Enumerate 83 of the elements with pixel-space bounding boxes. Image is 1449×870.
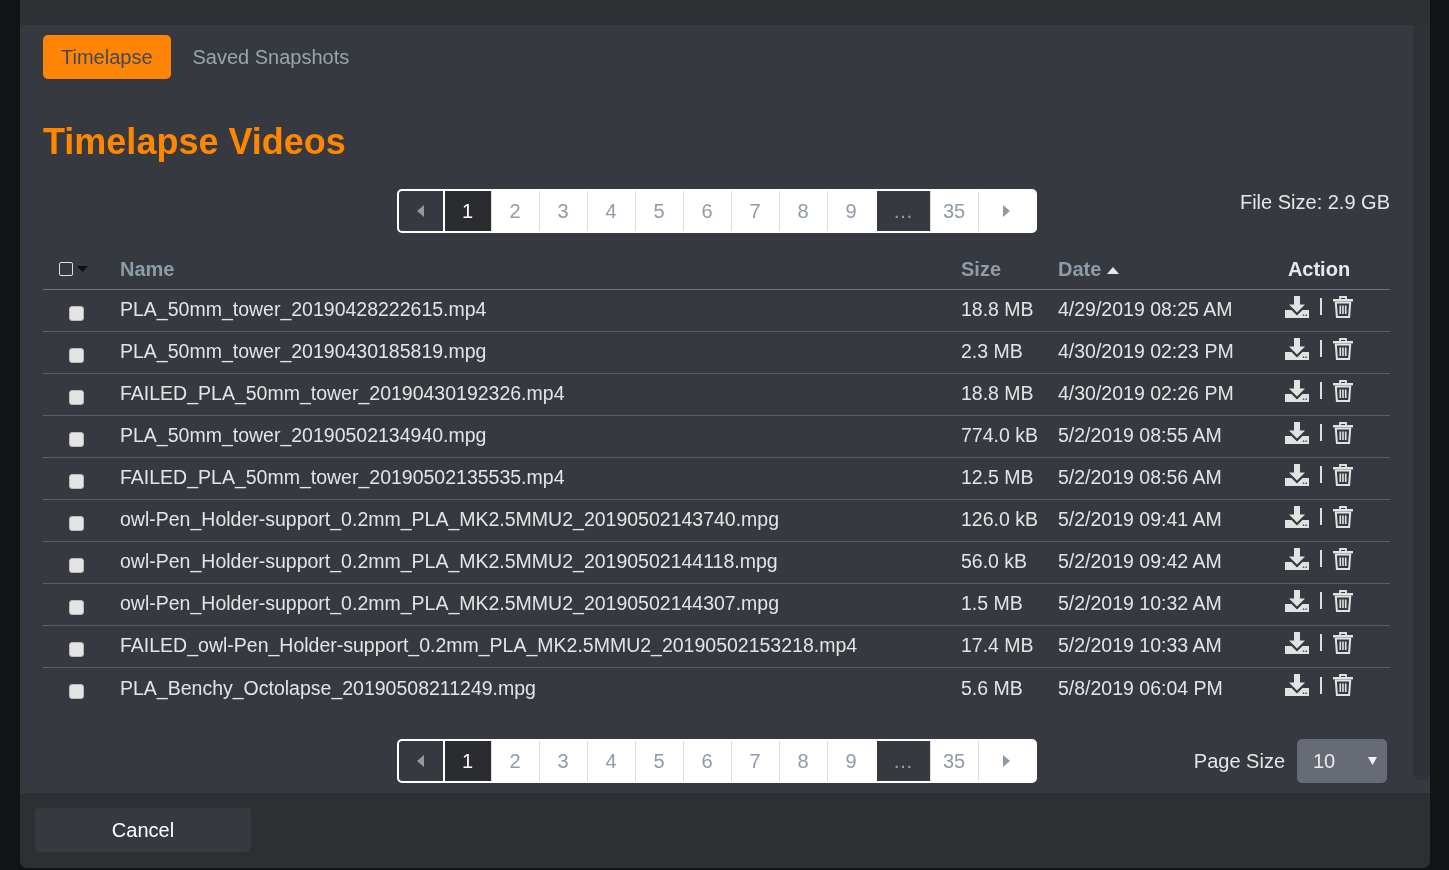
download-icon[interactable] xyxy=(1285,547,1309,570)
scrollbar-track[interactable] xyxy=(1413,25,1430,780)
column-header[interactable]: Size xyxy=(961,254,1002,285)
page-link[interactable]: 1 xyxy=(442,741,491,781)
page-link[interactable]: 1 xyxy=(442,191,491,231)
tab[interactable]: Saved Snapshots xyxy=(174,35,368,79)
column-header[interactable]: Name xyxy=(120,254,175,285)
download-icon[interactable] xyxy=(1285,421,1309,444)
caret-right-icon xyxy=(1003,205,1010,217)
trash-icon[interactable] xyxy=(1333,463,1353,486)
caret-right-icon xyxy=(1003,755,1010,767)
table-cell: 5/2/2019 09:42 AM xyxy=(1048,541,1248,583)
caret-left-icon xyxy=(417,205,424,217)
select-all-checkbox[interactable] xyxy=(59,262,73,277)
page-size-label: Page Size xyxy=(1193,749,1285,774)
trash-icon[interactable] xyxy=(1333,337,1353,360)
table-cell: 4/30/2019 02:26 PM xyxy=(1048,373,1248,415)
table-cell: 774.0 kB xyxy=(951,415,1048,457)
row-checkbox[interactable] xyxy=(69,473,84,489)
table-cell: 18.8 MB xyxy=(951,289,1048,331)
cancel-button[interactable]: Cancel xyxy=(35,808,251,852)
row-checkbox[interactable] xyxy=(69,515,84,531)
page-size-select[interactable]: 10 xyxy=(1297,739,1387,783)
download-icon[interactable] xyxy=(1285,337,1309,360)
table-cell: 5/2/2019 09:41 AM xyxy=(1048,499,1248,541)
trash-icon[interactable] xyxy=(1333,631,1353,654)
sort-ascending-icon[interactable] xyxy=(1107,267,1120,275)
row-checkbox[interactable] xyxy=(69,389,84,405)
table-cell: 5/8/2019 06:04 PM xyxy=(1048,667,1248,709)
table-cell: PLA_50mm_tower_20190502134940.mpg xyxy=(110,415,951,457)
row-checkbox[interactable] xyxy=(69,599,84,615)
trash-icon[interactable] xyxy=(1333,547,1353,570)
table-cell: 12.5 MB xyxy=(951,457,1048,499)
tab[interactable]: Timelapse xyxy=(43,35,171,79)
download-icon[interactable] xyxy=(1285,589,1309,612)
caret-left-icon xyxy=(417,755,424,767)
column-header[interactable]: Date xyxy=(1058,254,1102,285)
table-cell: 5/2/2019 10:33 AM xyxy=(1048,625,1248,667)
trash-icon[interactable] xyxy=(1333,674,1353,697)
table-cell: FAILED_PLA_50mm_tower_20190502135535.mp4 xyxy=(110,457,951,499)
table-cell: 5.6 MB xyxy=(951,667,1048,709)
caret-down-icon xyxy=(1368,757,1377,765)
table-cell: owl-Pen_Holder-support_0.2mm_PLA_MK2.5MMU2_20190502143740.mpg xyxy=(110,499,951,541)
table-cell: 4/29/2019 08:25 AM xyxy=(1048,289,1248,331)
download-icon[interactable] xyxy=(1285,505,1309,528)
table-cell: 1.5 MB xyxy=(951,583,1048,625)
trash-icon[interactable] xyxy=(1333,379,1353,402)
row-checkbox[interactable] xyxy=(69,641,84,657)
pagination-ellipsis: … xyxy=(874,191,930,231)
table-cell: FAILED_owl-Pen_Holder-support_0.2mm_PLA_MK2.5MMU2_20190502153218.mp4 xyxy=(110,625,951,667)
table-cell: FAILED_PLA_50mm_tower_20190430192326.mp4 xyxy=(110,373,951,415)
column-header: Action xyxy=(1287,257,1351,283)
row-checkbox[interactable] xyxy=(69,683,84,699)
table-cell: owl-Pen_Holder-support_0.2mm_PLA_MK2.5MMU2_20190502144118.mpg xyxy=(110,541,951,583)
trash-icon[interactable] xyxy=(1333,421,1353,444)
row-checkbox[interactable] xyxy=(69,557,84,573)
table-cell: owl-Pen_Holder-support_0.2mm_PLA_MK2.5MMU2_20190502144307.mpg xyxy=(110,583,951,625)
table-cell: PLA_Benchy_Octolapse_20190508211249.mpg xyxy=(110,667,951,709)
table-cell: 5/2/2019 10:32 AM xyxy=(1048,583,1248,625)
trash-icon[interactable] xyxy=(1333,505,1353,528)
download-icon[interactable] xyxy=(1285,674,1309,697)
table-cell: PLA_50mm_tower_20190430185819.mpg xyxy=(110,331,951,373)
trash-icon[interactable] xyxy=(1333,589,1353,612)
table-cell: 4/30/2019 02:23 PM xyxy=(1048,331,1248,373)
table-cell: 5/2/2019 08:56 AM xyxy=(1048,457,1248,499)
pagination-ellipsis: … xyxy=(874,741,930,781)
row-checkbox[interactable] xyxy=(69,347,84,363)
row-checkbox[interactable] xyxy=(69,431,84,447)
table-cell: 17.4 MB xyxy=(951,625,1048,667)
download-icon[interactable] xyxy=(1285,379,1309,402)
table-cell: 56.0 kB xyxy=(951,541,1048,583)
table-cell: PLA_50mm_tower_20190428222615.mp4 xyxy=(110,289,951,331)
file-size-label: File Size: 2.9 GB xyxy=(1239,190,1390,214)
row-checkbox[interactable] xyxy=(69,305,84,321)
trash-icon[interactable] xyxy=(1333,295,1353,318)
table-cell: 18.8 MB xyxy=(951,373,1048,415)
table-cell: 126.0 kB xyxy=(951,499,1048,541)
table-cell: 2.3 MB xyxy=(951,331,1048,373)
section-heading: Timelapse Videos xyxy=(43,120,347,163)
download-icon[interactable] xyxy=(1285,295,1309,318)
table-cell: 5/2/2019 08:55 AM xyxy=(1048,415,1248,457)
download-icon[interactable] xyxy=(1285,463,1309,486)
download-icon[interactable] xyxy=(1285,631,1309,654)
